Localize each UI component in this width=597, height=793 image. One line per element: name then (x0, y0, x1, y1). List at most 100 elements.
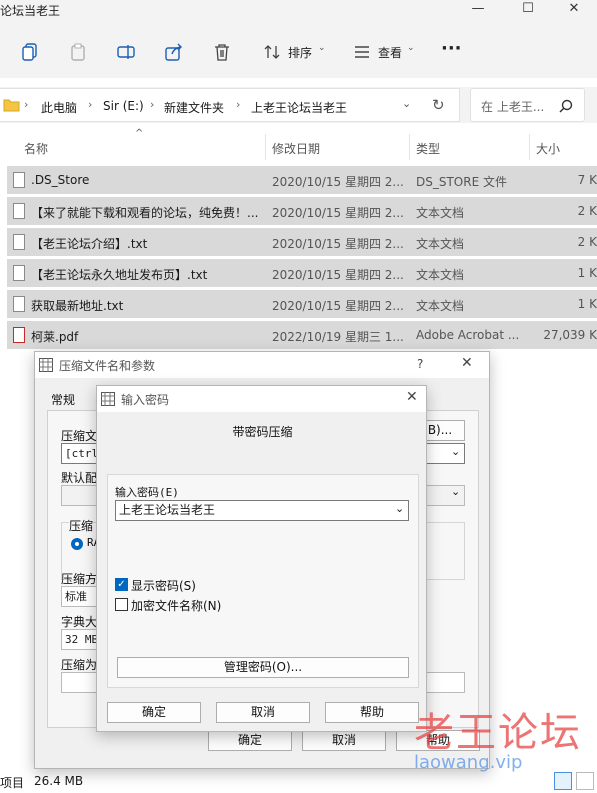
encrypt-filenames-label: 加密文件名称(N) (131, 599, 222, 613)
search-input[interactable]: 在 上老王... (470, 88, 585, 122)
password-cancel-button[interactable]: 取消 (216, 702, 310, 723)
archive-cancel-button[interactable]: 取消 (302, 730, 386, 751)
breadcrumb-separator-icon: › (236, 98, 241, 111)
paste-icon[interactable] (68, 42, 88, 62)
file-type: Adobe Acrobat ... (416, 328, 520, 342)
sort-icon[interactable] (262, 42, 282, 62)
copy-icon[interactable] (20, 42, 40, 62)
file-type: 文本文档 (416, 237, 465, 251)
browse-button-label: B)... (427, 423, 453, 437)
column-size[interactable]: 大小 (536, 140, 560, 157)
password-help-button[interactable]: 帮助 (325, 702, 419, 723)
history-chevron-down-icon[interactable]: ⌄ (402, 97, 411, 110)
table-row[interactable]: 【老王论坛介绍】.txt 2020/10/15 星期四 2... 文本文档 2 K (7, 228, 597, 256)
file-date: 2020/10/15 星期四 2... (272, 206, 404, 220)
breadcrumb-separator-icon: › (88, 98, 93, 111)
file-icon (13, 172, 25, 188)
close-icon[interactable]: ✕ (551, 0, 597, 22)
dictionary-select[interactable]: 32 MB (61, 629, 101, 650)
profile-chevron-down-icon[interactable]: ⌄ (451, 485, 460, 498)
search-icon (559, 99, 573, 113)
tab-general[interactable]: 常规 (51, 391, 75, 408)
password-chevron-down-icon[interactable]: ⌄ (395, 502, 404, 515)
text-file-icon (13, 296, 25, 312)
breadcrumb-drive[interactable]: Sir (E:) (103, 99, 144, 113)
column-type[interactable]: 类型 (416, 140, 440, 157)
text-file-icon (13, 234, 25, 250)
split-label: 压缩为 (61, 658, 98, 672)
rename-icon[interactable] (116, 42, 136, 62)
more-options-icon[interactable]: ··· (441, 38, 462, 59)
breadcrumb-separator-icon: › (150, 98, 155, 111)
split-volume-field[interactable] (61, 672, 101, 693)
file-date: 2020/10/15 星期四 2... (272, 299, 404, 313)
dictionary-value: 32 MB (65, 633, 99, 646)
command-bar: 排序 ⌄ 查看 ⌄ ··· (0, 22, 597, 78)
password-help-button-label: 帮助 (359, 705, 384, 719)
encrypt-filenames-checkbox[interactable] (115, 598, 128, 611)
table-row[interactable]: 柯莱.pdf 2022/10/19 星期三 1... Adobe Acrobat .… (7, 321, 597, 349)
archive-cancel-button-label: 取消 (331, 733, 356, 747)
password-cancel-button-label: 取消 (250, 705, 275, 719)
sort-chevron-down-icon[interactable]: ⌄ (318, 43, 326, 53)
table-row[interactable]: .DS_Store 2020/10/15 星期四 2... DS_STORE 文件 7… (7, 166, 597, 194)
show-password-label: 显示密码(S) (131, 579, 196, 593)
column-name[interactable]: 名称 (24, 140, 48, 157)
file-type: 文本文档 (416, 268, 465, 282)
archive-ok-button-label: 确定 (237, 733, 262, 747)
file-size: 7 K (577, 173, 597, 187)
password-ok-button-label: 确定 (141, 705, 166, 719)
table-row[interactable]: 获取最新地址.txt 2020/10/15 星期四 2... 文本文档 1 K (7, 290, 597, 318)
search-placeholder: 在 上老王... (481, 100, 545, 114)
archive-ok-button[interactable]: 确定 (208, 730, 292, 751)
breadcrumb[interactable]: › 此电脑 › Sir (E:) › 新建文件夹 › 上老王论坛当老王 ⌄ ↻ (0, 88, 460, 122)
folder-icon (3, 99, 20, 112)
help-question-icon[interactable]: ? (417, 357, 423, 371)
table-row[interactable]: 【老王论坛永久地址发布页】.txt 2020/10/15 星期四 2... 文本文档… (7, 259, 597, 287)
view-icon[interactable] (352, 42, 372, 62)
window-title: 论坛当老王 (0, 4, 61, 18)
share-icon[interactable] (164, 42, 184, 62)
file-date: 2020/10/15 星期四 2... (272, 237, 404, 251)
delete-icon[interactable] (212, 42, 232, 62)
sort-button[interactable]: 排序 (288, 44, 312, 61)
show-password-checkbox[interactable]: ✓ (115, 578, 128, 591)
password-value: 上老王论坛当老王 (119, 503, 216, 517)
file-type: DS_STORE 文件 (416, 175, 507, 189)
status-size: 26.4 MB (34, 774, 84, 788)
address-bar: › 此电脑 › Sir (E:) › 新建文件夹 › 上老王论坛当老王 ⌄ ↻ … (0, 87, 597, 123)
view-button[interactable]: 查看 (378, 44, 402, 61)
filename-chevron-down-icon[interactable]: ⌄ (451, 445, 460, 458)
view-chevron-down-icon[interactable]: ⌄ (407, 43, 415, 53)
password-dialog: 输入密码 ✕ 带密码压缩 输入密码(E) 上老王论坛当老王 ⌄ ✓ 显示密码(S… (96, 385, 427, 732)
column-divider (529, 134, 530, 160)
breadcrumb-separator-icon: › (24, 98, 29, 111)
tiles-view-icon[interactable] (576, 772, 594, 790)
archive-close-icon[interactable]: ✕ (461, 355, 473, 371)
breadcrumb-new-folder[interactable]: 新建文件夹 (164, 99, 224, 116)
password-heading: 带密码压缩 (232, 425, 293, 439)
file-date: 2022/10/19 星期三 1... (272, 330, 404, 344)
column-header: 名称 ^ 修改日期 类型 大小 (0, 128, 597, 162)
table-row[interactable]: 【来了就能下载和观看的论坛，纯免费！... 2020/10/15 星期四 2...… (7, 197, 597, 225)
method-select[interactable]: 标准 (61, 586, 101, 607)
format-label: 压缩 (69, 517, 94, 534)
password-ok-button[interactable]: 确定 (107, 702, 201, 723)
file-size: 27,039 K (543, 328, 597, 342)
title-bar: 论坛当老王 — ☐ ✕ (0, 0, 597, 22)
breadcrumb-this-pc[interactable]: 此电脑 (41, 99, 77, 116)
password-close-icon[interactable]: ✕ (406, 389, 418, 405)
maximize-icon[interactable]: ☐ (505, 0, 551, 22)
minimize-icon[interactable]: — (455, 0, 501, 22)
rar-radio[interactable] (71, 538, 83, 550)
breadcrumb-current-folder[interactable]: 上老王论坛当老王 (251, 99, 347, 116)
refresh-icon[interactable]: ↻ (432, 96, 445, 114)
text-file-icon (13, 203, 25, 219)
password-field[interactable]: 上老王论坛当老王 (115, 500, 409, 521)
manage-passwords-button[interactable]: 管理密码(O)... (117, 657, 409, 678)
column-divider (265, 134, 266, 160)
column-date[interactable]: 修改日期 (272, 140, 320, 157)
file-name: 柯莱.pdf (31, 330, 79, 344)
status-bar: 项目 26.4 MB (0, 770, 597, 793)
details-view-icon[interactable] (554, 772, 572, 790)
